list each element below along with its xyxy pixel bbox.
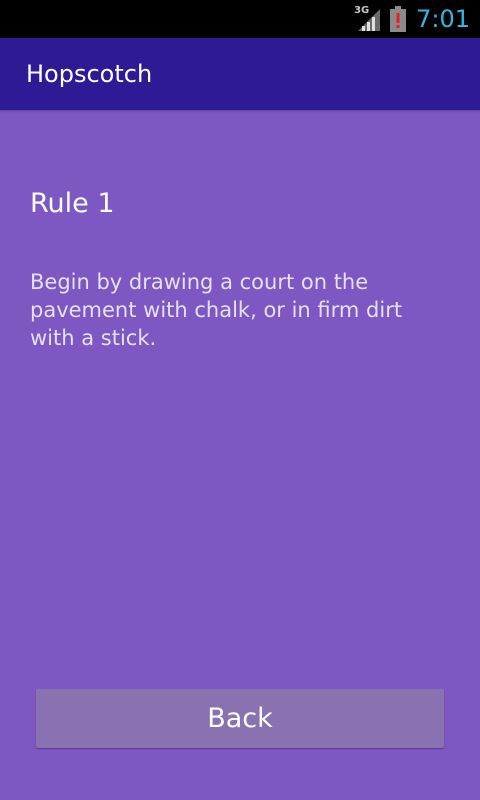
back-button[interactable]: Back: [36, 689, 444, 748]
app-title: Hopscotch: [26, 60, 153, 88]
status-icons: 3G 7:01: [354, 0, 470, 38]
status-bar: 3G 7:01: [0, 0, 480, 38]
rule-description: Begin by drawing a court on the pavement…: [30, 270, 403, 350]
signal-bars-icon: [358, 9, 381, 31]
status-clock: 7:01: [416, 5, 470, 33]
rule-title: Rule 1: [30, 188, 115, 219]
signal-icon: 3G: [354, 6, 382, 31]
battery-alert-icon: [390, 6, 407, 32]
action-bar: Hopscotch: [0, 38, 480, 110]
